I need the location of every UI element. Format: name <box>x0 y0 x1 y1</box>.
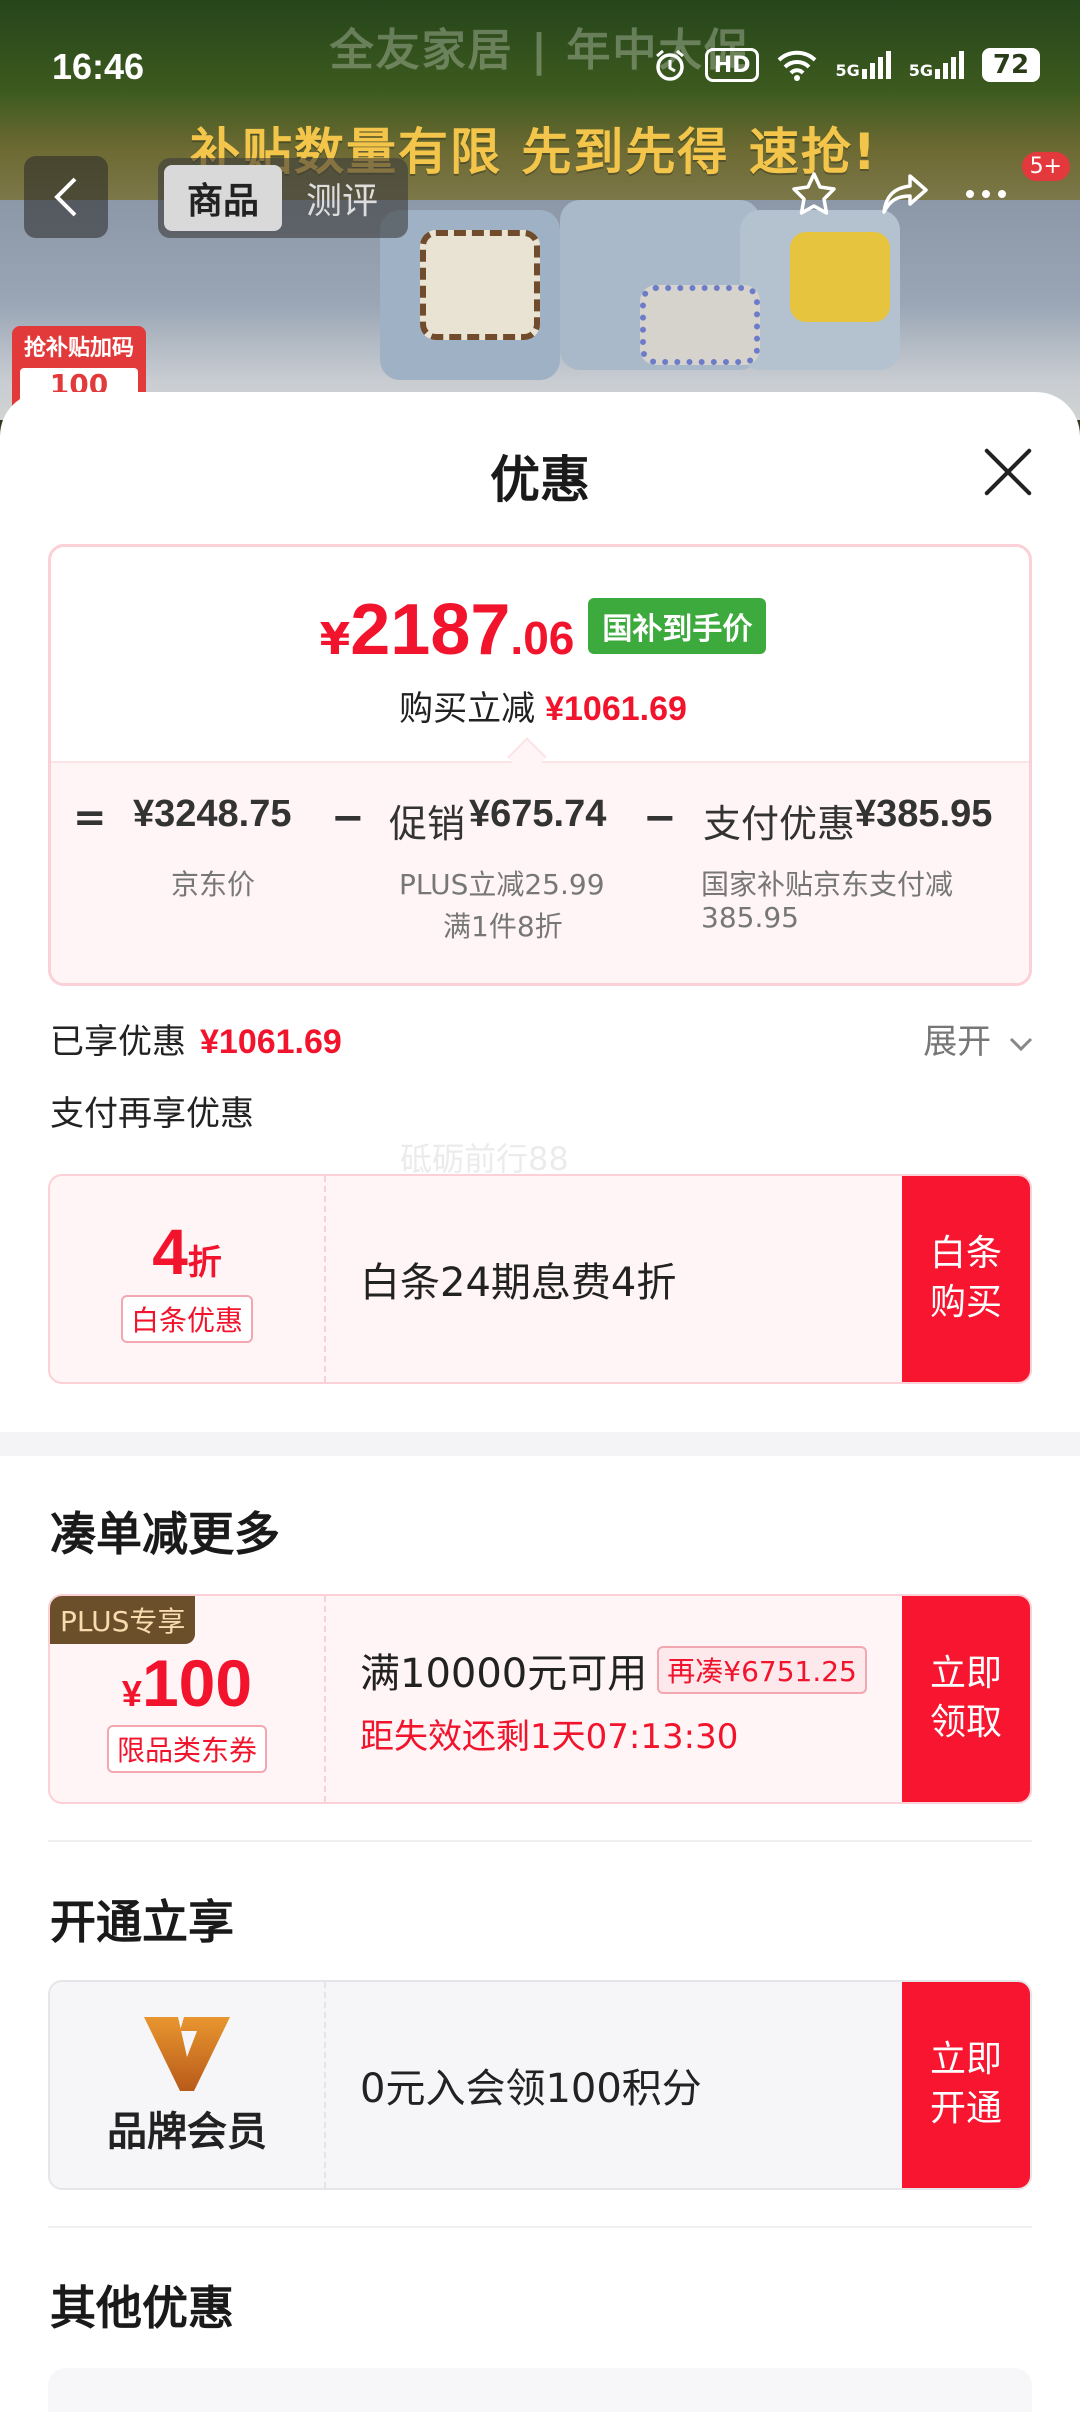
subsidy-price-tag: 国补到手价 <box>588 598 767 654</box>
equals-sign: = <box>73 795 107 841</box>
more-icon[interactable] <box>962 170 1010 230</box>
final-price: ¥ 2187 .06 国补到手价 <box>51 589 1035 671</box>
plus-coupon-amount: ¥100 <box>121 1646 253 1720</box>
section-title-other: 其他优惠 <box>50 2281 234 2335</box>
minus-sign-2: − <box>643 795 677 841</box>
brand-member-card: 品牌会员 0元入会领100积分 立即 开通 <box>48 1980 1032 2190</box>
open-membership-button[interactable]: 立即 开通 <box>902 1982 1030 2188</box>
claim-coupon-button[interactable]: 立即 领取 <box>902 1596 1030 1802</box>
plus-exclusive-label: PLUS专享 <box>50 1596 196 1644</box>
pay-discount-value: ¥385.95 <box>855 793 993 835</box>
member-description: 0元入会领100积分 <box>360 2066 702 2112</box>
tab-review[interactable]: 测评 <box>282 172 402 224</box>
again-amount-tag: 再凑¥6751.25 <box>657 1645 867 1694</box>
pay-more-title: 支付再享优惠 <box>50 1094 254 1134</box>
sheet-title: 优惠 <box>490 451 590 509</box>
purchase-reduction: 购买立减 ¥1061.69 <box>399 689 687 729</box>
status-icons: HD 5G 5G 72 <box>653 48 1040 82</box>
message-badge: 5+ <box>1021 152 1070 181</box>
favorite-star-icon[interactable] <box>790 170 838 230</box>
baitiao-discount: 4折 <box>152 1216 222 1288</box>
pay-caption-subsidy: 国家补贴京东支付减 <box>701 868 954 901</box>
baitiao-tag: 白条优惠 <box>120 1295 253 1343</box>
promo-caption-plus: PLUS立减25.99 <box>399 868 605 901</box>
section-title-more: 凑单减更多 <box>50 1507 280 1561</box>
pay-discount-label: 支付优惠 <box>703 804 856 846</box>
minus-sign: − <box>331 795 365 841</box>
promo-caption-discount: 满1件8折 <box>443 910 563 943</box>
wifi-icon <box>777 49 817 81</box>
section-divider <box>0 1432 1080 1456</box>
alarm-icon <box>653 48 687 82</box>
price-breakdown: = ¥3248.75 京东价 − 促销 ¥675.74 PLUS立减25.99 … <box>51 761 1029 983</box>
battery-icon: 72 <box>982 48 1040 82</box>
tab-product[interactable]: 商品 <box>164 165 282 231</box>
enjoyed-discount: 已享优惠 ¥1061.69 <box>50 1022 342 1062</box>
section-title-open: 开通立享 <box>50 1895 234 1949</box>
signal-icon-1: 5G <box>835 51 891 79</box>
jd-price: ¥3248.75 <box>133 793 292 835</box>
chevron-left-icon <box>54 177 77 217</box>
price-card: ¥ 2187 .06 国补到手价 购买立减 ¥1061.69 = ¥3248.75… <box>48 544 1032 986</box>
tab-switcher: 商品 测评 <box>158 158 408 238</box>
coupon-countdown: 距失效还剩1天07:13:30 <box>360 1716 739 1757</box>
close-icon[interactable] <box>980 444 1036 500</box>
expand-button[interactable]: 展开 <box>923 1014 1034 1063</box>
promo-label: 促销 <box>389 804 466 846</box>
back-button[interactable] <box>24 156 108 238</box>
discount-sheet: 优惠 ¥ 2187 .06 国补到手价 购买立减 ¥1061.69 = ¥3248… <box>0 392 1080 2412</box>
baitiao-coupon: 4折 白条优惠 白条24期息费4折 白条 购买 <box>48 1174 1032 1384</box>
signal-icon-2: 5G <box>909 51 964 79</box>
status-bar: 16:46 HD 5G 5G 72 <box>0 0 1080 140</box>
other-discount-card[interactable] <box>48 2368 1032 2412</box>
chevron-down-icon <box>1009 1037 1033 1052</box>
baitiao-description: 白条24期息费4折 <box>360 1260 677 1306</box>
status-time: 16:46 <box>52 46 145 87</box>
share-icon[interactable] <box>880 170 932 230</box>
product-header-area: 全友家居 | 年中大促 补贴数量有限 先到先得 速抢! 16:46 HD 5G … <box>0 0 1080 420</box>
pay-caption-amount: 385.95 <box>701 901 799 934</box>
plus-coupon: ¥100 限品类东券 PLUS专享 满10000元可用 再凑¥6751.25 距… <box>48 1594 1032 1804</box>
baitiao-buy-button[interactable]: 白条 购买 <box>902 1176 1030 1382</box>
promo-value: ¥675.74 <box>469 793 607 835</box>
plus-coupon-condition: 满10000元可用 <box>360 1650 648 1697</box>
jd-price-caption: 京东价 <box>171 868 256 901</box>
hd-icon: HD <box>704 48 760 82</box>
brand-v-logo-icon <box>144 2017 230 2091</box>
plus-coupon-tag: 限品类东券 <box>106 1725 267 1773</box>
brand-member-label: 品牌会员 <box>107 2109 267 2155</box>
